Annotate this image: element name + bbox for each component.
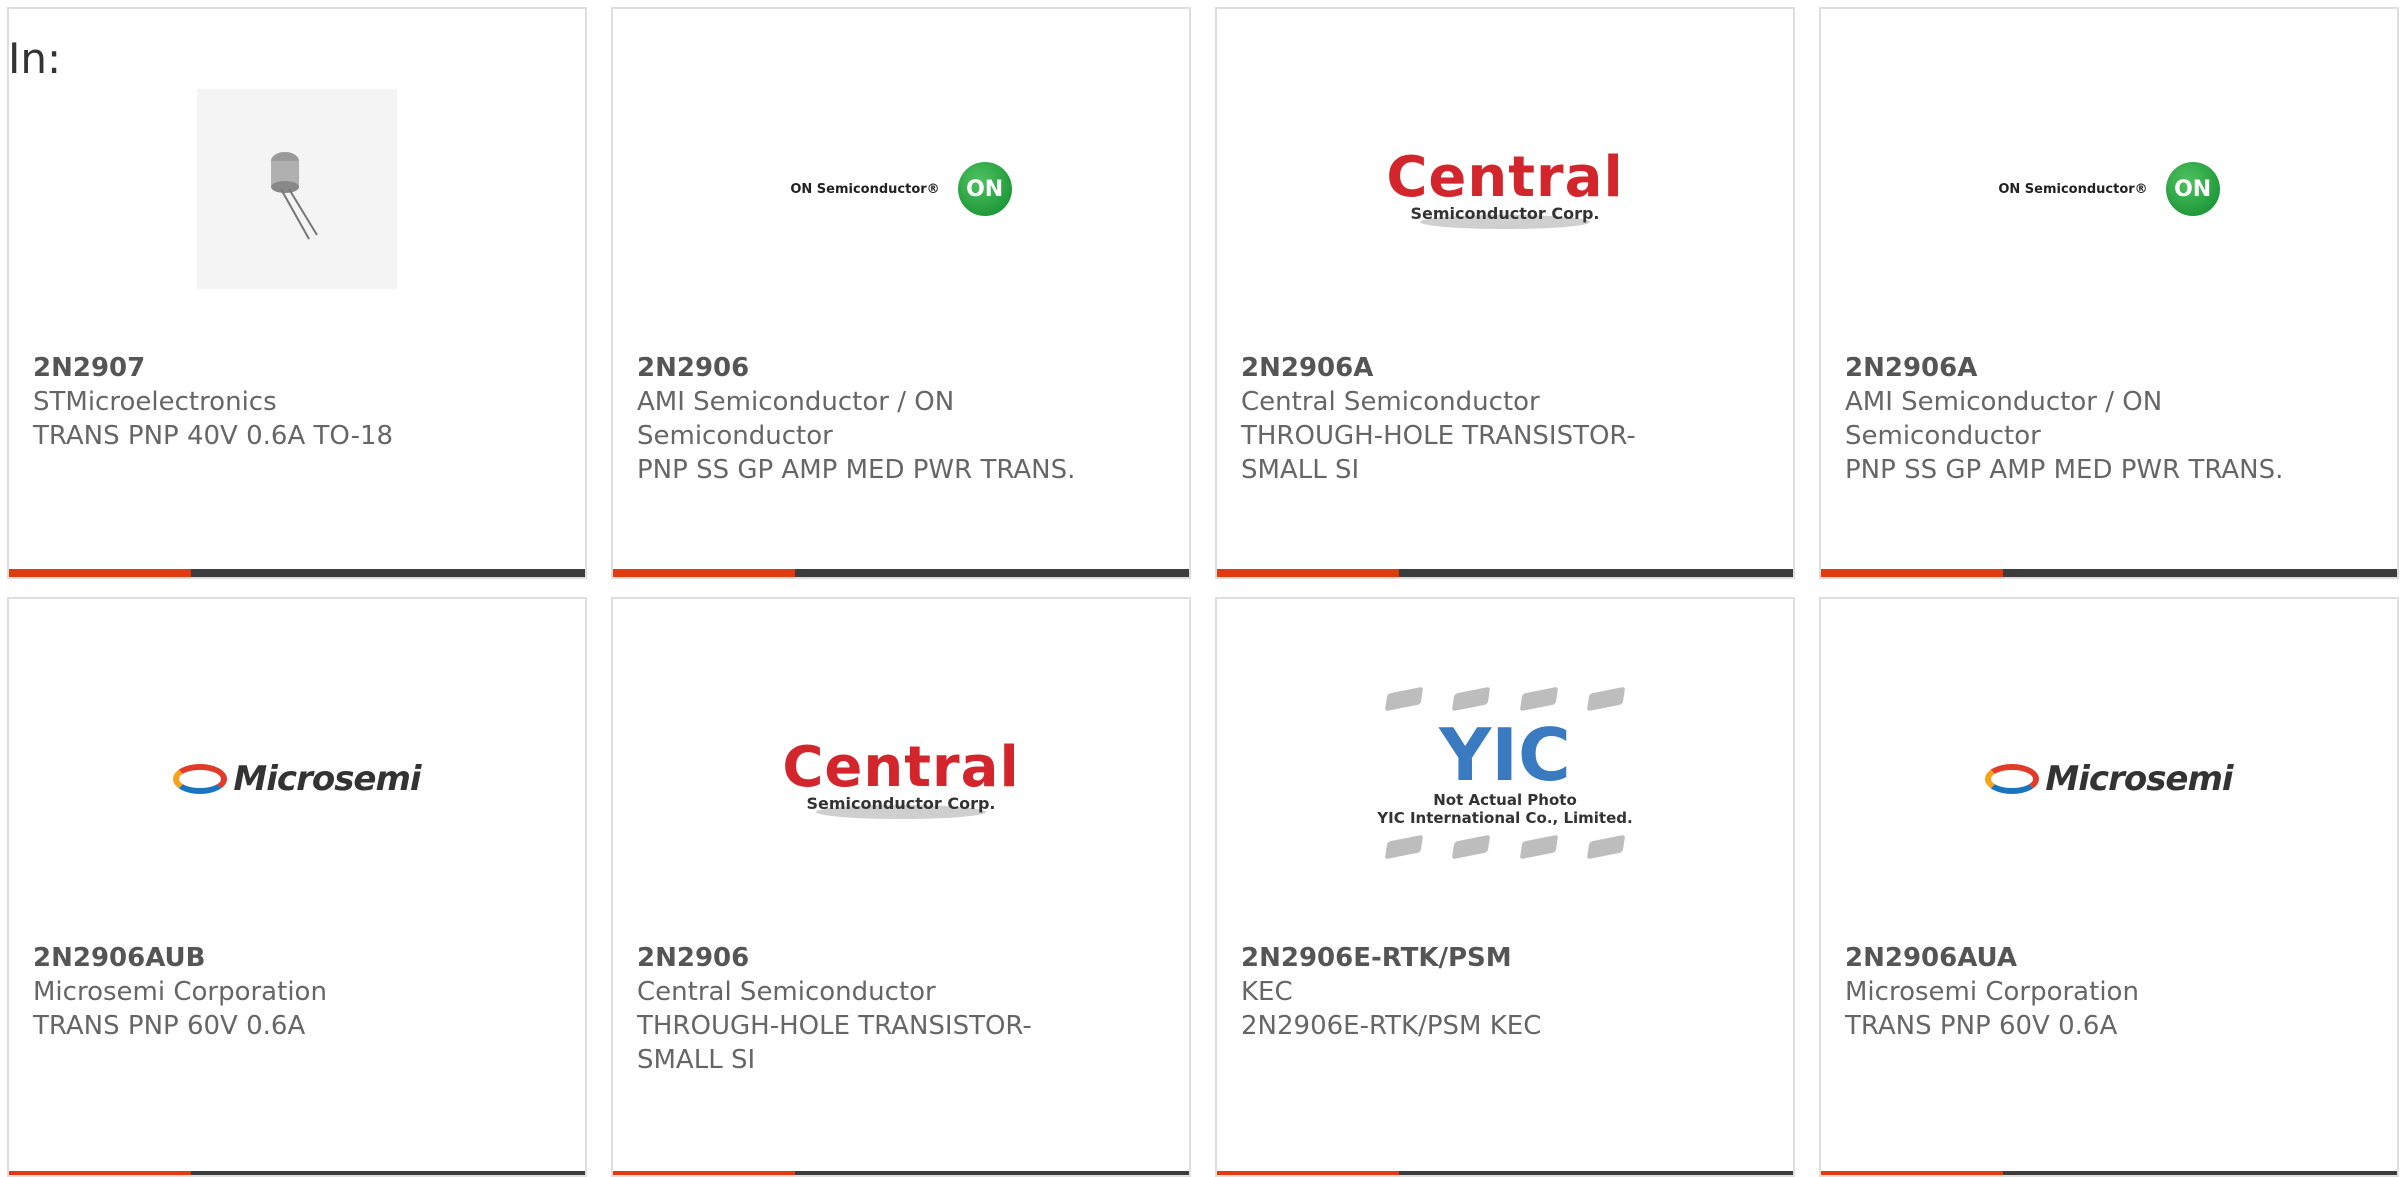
part-number[interactable]: 2N2906AUB (33, 941, 561, 975)
filter-label: In: (8, 34, 62, 83)
product-card[interactable]: ON Semiconductor® ON 2N2906 AMI Semicond… (611, 7, 1191, 579)
central-logo-icon: Central Semiconductor Corp. (782, 739, 1019, 819)
product-card[interactable]: ON Semiconductor® ON 2N2906A AMI Semicon… (1819, 7, 2399, 579)
microsemi-logo-icon: Microsemi (173, 759, 422, 799)
description: PNP SS GP AMP MED PWR TRANS. (637, 455, 1076, 485)
product-image: Microsemi (9, 659, 585, 899)
card-bar (1217, 569, 1793, 577)
manufacturer: Central Semiconductor (1241, 387, 1540, 417)
product-card[interactable]: YIC Not Actual Photo YIC International C… (1215, 597, 1795, 1177)
product-card[interactable]: Microsemi 2N2906AUA Microsemi Corporatio… (1819, 597, 2399, 1177)
product-image: YIC Not Actual Photo YIC International C… (1217, 679, 1793, 919)
manufacturer: Microsemi Corporation (1845, 977, 2139, 1007)
card-bar (613, 569, 1189, 577)
card-bar (1217, 1171, 1793, 1175)
manufacturer: Microsemi Corporation (33, 977, 327, 1007)
description: THROUGH-HOLE TRANSISTOR-SMALL SI (637, 1011, 1032, 1075)
card-bar (9, 1171, 585, 1175)
manufacturer: AMI Semiconductor / ON Semiconductor (1845, 387, 2163, 451)
manufacturer: AMI Semiconductor / ON Semiconductor (637, 387, 955, 451)
card-bar (1821, 1171, 2397, 1175)
microsemi-logo-icon: Microsemi (1985, 759, 2234, 799)
product-image: Central Semiconductor Corp. (1217, 69, 1793, 309)
yic-placeholder-icon: YIC Not Actual Photo YIC International C… (1370, 679, 1640, 919)
part-number[interactable]: 2N2906 (637, 351, 1165, 385)
part-number[interactable]: 2N2907 (33, 351, 561, 385)
onsemi-logo-icon: ON Semiconductor® ON (1998, 162, 2220, 216)
product-card[interactable]: Microsemi 2N2906AUB Microsemi Corporatio… (7, 597, 587, 1177)
part-number[interactable]: 2N2906A (1241, 351, 1769, 385)
part-number[interactable]: 2N2906 (637, 941, 1165, 975)
part-number[interactable]: 2N2906E-RTK/PSM (1241, 941, 1769, 975)
description: PNP SS GP AMP MED PWR TRANS. (1845, 455, 2284, 485)
product-card[interactable]: Central Semiconductor Corp. 2N2906 Centr… (611, 597, 1191, 1177)
manufacturer: STMicroelectronics (33, 387, 277, 417)
manufacturer: Central Semiconductor (637, 977, 936, 1007)
card-bar (613, 1171, 1189, 1175)
onsemi-logo-icon: ON Semiconductor® ON (790, 162, 1012, 216)
product-image: ON Semiconductor® ON (1821, 69, 2397, 309)
transistor-photo-icon (197, 89, 397, 289)
part-number[interactable]: 2N2906AUA (1845, 941, 2373, 975)
product-image: Microsemi (1821, 659, 2397, 899)
product-card[interactable]: Central Semiconductor Corp. 2N2906A Cent… (1215, 7, 1795, 579)
product-grid: 2N2907 STMicroelectronics TRANS PNP 40V … (7, 7, 2399, 1177)
product-card[interactable]: 2N2907 STMicroelectronics TRANS PNP 40V … (7, 7, 587, 579)
description: TRANS PNP 60V 0.6A (33, 1011, 306, 1041)
product-image: Central Semiconductor Corp. (613, 659, 1189, 899)
description: TRANS PNP 60V 0.6A (1845, 1011, 2118, 1041)
description: TRANS PNP 40V 0.6A TO-18 (33, 421, 394, 451)
description: THROUGH-HOLE TRANSISTOR-SMALL SI (1241, 421, 1636, 485)
card-bar (9, 569, 585, 577)
product-image: ON Semiconductor® ON (613, 69, 1189, 309)
manufacturer: KEC (1241, 977, 1293, 1007)
product-image (9, 69, 585, 309)
part-number[interactable]: 2N2906A (1845, 351, 2373, 385)
card-bar (1821, 569, 2397, 577)
description: 2N2906E-RTK/PSM KEC (1241, 1011, 1542, 1041)
central-logo-icon: Central Semiconductor Corp. (1386, 149, 1623, 229)
